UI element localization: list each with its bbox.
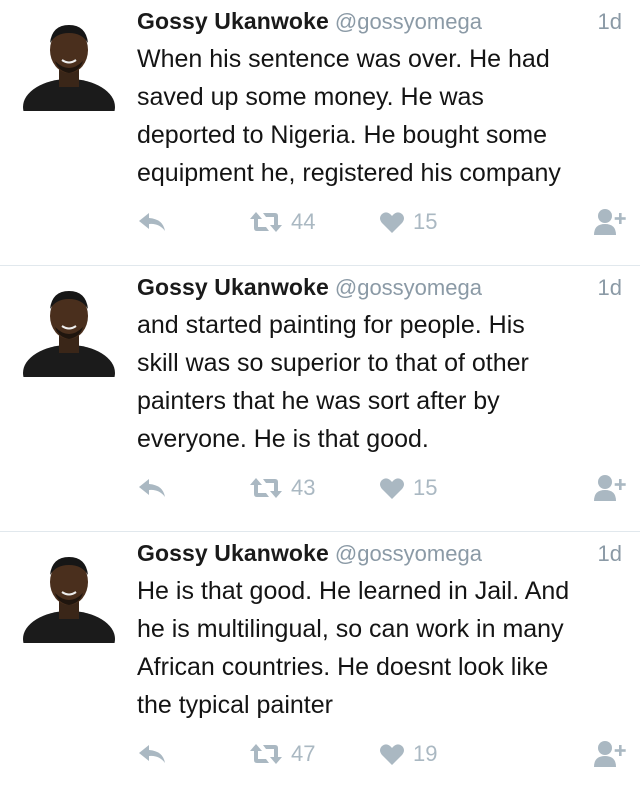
avatar-image	[23, 291, 115, 377]
reply-icon	[139, 479, 165, 497]
heart-icon	[380, 744, 404, 765]
tweet-timestamp[interactable]: 1d	[598, 541, 622, 567]
tweet-feed: Gossy Ukanwoke @gossyomega 1d When his se…	[0, 0, 640, 807]
tweet[interactable]: Gossy Ukanwoke @gossyomega 1d and started…	[0, 266, 640, 532]
reply-icon	[139, 213, 165, 231]
reply-icon	[139, 745, 165, 763]
avatar-image	[23, 25, 115, 111]
retweet-button[interactable]: 47	[249, 737, 315, 771]
tweet-header: Gossy Ukanwoke @gossyomega 1d	[137, 8, 622, 40]
retweet-icon	[250, 744, 282, 764]
retweet-count: 43	[291, 475, 316, 500]
tweet-header: Gossy Ukanwoke @gossyomega 1d	[137, 274, 622, 306]
tweet-text: and started painting for people. His ski…	[137, 311, 529, 453]
author-handle[interactable]: @gossyomega	[335, 275, 482, 300]
reply-button[interactable]	[137, 737, 167, 771]
author-name[interactable]: Gossy Ukanwoke	[137, 8, 329, 34]
tweet-actions: 43 15	[137, 471, 627, 505]
tweet-actions: 47 19	[137, 737, 627, 771]
author-handle[interactable]: @gossyomega	[335, 541, 482, 566]
like-button[interactable]: 15	[379, 205, 437, 239]
retweet-button[interactable]: 44	[249, 205, 315, 239]
like-count: 19	[413, 741, 438, 766]
author-name[interactable]: Gossy Ukanwoke	[137, 274, 329, 300]
avatar[interactable]	[22, 15, 116, 111]
tweet-timestamp[interactable]: 1d	[598, 9, 622, 35]
avatar[interactable]	[22, 547, 116, 643]
follow-user-icon	[594, 741, 626, 767]
tweet-timestamp[interactable]: 1d	[598, 275, 622, 301]
avatar-image	[23, 557, 115, 643]
retweet-icon	[250, 478, 282, 498]
tweet-text: He is that good. He learned in Jail. And…	[137, 577, 570, 719]
author-name[interactable]: Gossy Ukanwoke	[137, 540, 329, 566]
author-handle[interactable]: @gossyomega	[335, 9, 482, 34]
retweet-button[interactable]: 43	[249, 471, 315, 505]
follow-user-icon	[594, 475, 626, 501]
reply-button[interactable]	[137, 205, 167, 239]
tweet[interactable]: Gossy Ukanwoke @gossyomega 1d He is that …	[0, 532, 640, 807]
retweet-count: 47	[291, 741, 316, 766]
avatar[interactable]	[22, 281, 116, 377]
retweet-icon	[250, 212, 282, 232]
tweet-text: When his sentence was over. He had saved…	[137, 45, 561, 187]
follow-button[interactable]	[593, 471, 627, 505]
tweet-header: Gossy Ukanwoke @gossyomega 1d	[137, 540, 622, 572]
reply-button[interactable]	[137, 471, 167, 505]
follow-button[interactable]	[593, 205, 627, 239]
follow-user-icon	[594, 209, 626, 235]
like-count: 15	[413, 209, 438, 234]
tweet[interactable]: Gossy Ukanwoke @gossyomega 1d When his se…	[0, 0, 640, 266]
retweet-count: 44	[291, 209, 316, 234]
follow-button[interactable]	[593, 737, 627, 771]
like-count: 15	[413, 475, 438, 500]
tweet-actions: 44 15	[137, 205, 627, 239]
heart-icon	[380, 478, 404, 499]
heart-icon	[380, 212, 404, 233]
like-button[interactable]: 15	[379, 471, 437, 505]
like-button[interactable]: 19	[379, 737, 437, 771]
